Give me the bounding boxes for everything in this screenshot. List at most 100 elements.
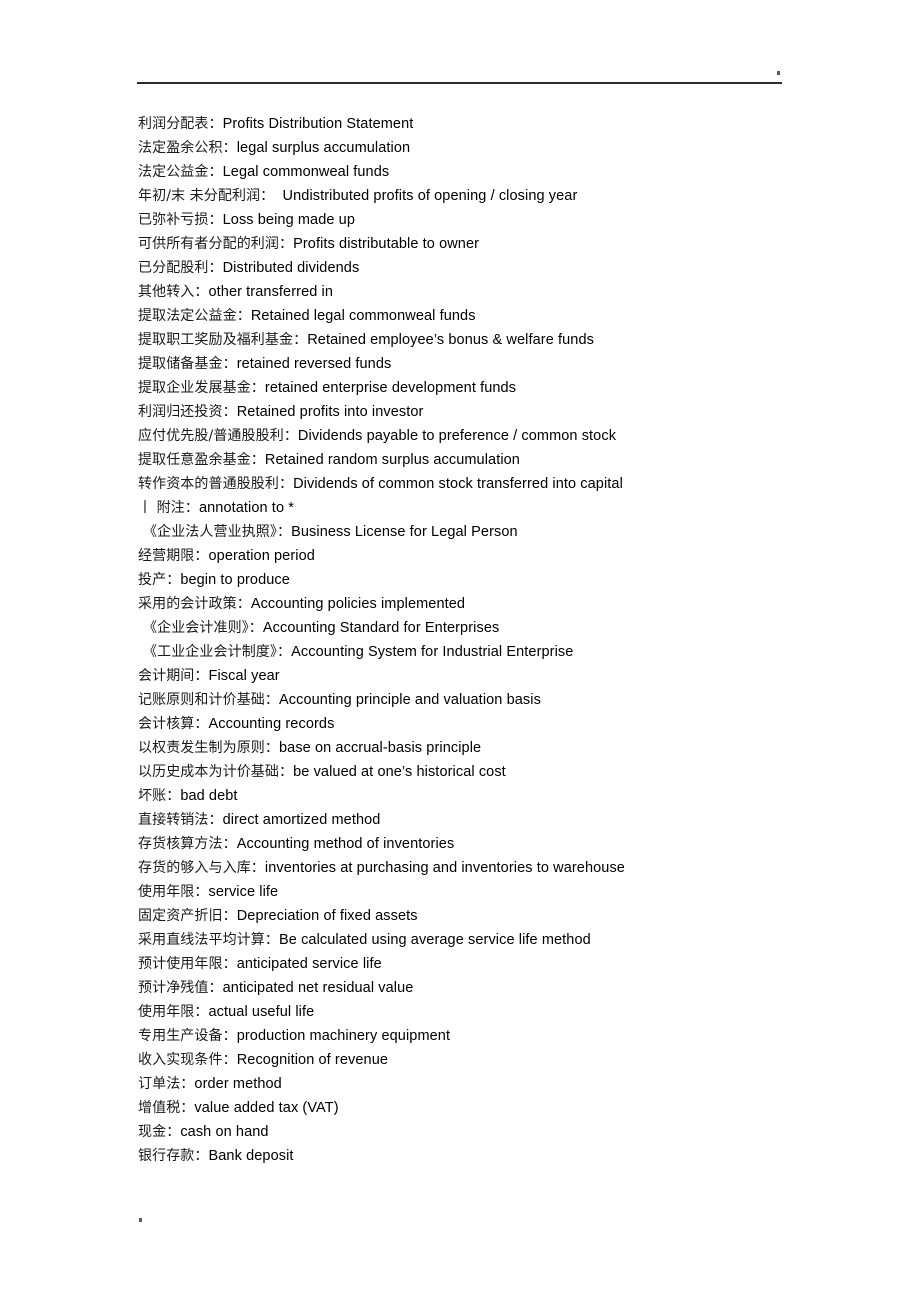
entry-term-zh: 利润分配表： — [138, 116, 223, 132]
entry-term-zh: 采用的会计政策： — [138, 596, 251, 612]
entry-term-en: Accounting method of inventories — [236, 836, 455, 852]
glossary-entry: 固定资产折旧：Depreciation of fixed assets — [138, 904, 878, 928]
entry-term-zh: 提取法定公益金： — [138, 308, 251, 324]
entry-term-en: anticipated service life — [236, 956, 382, 972]
glossary-entry: 坏账：bad debt — [138, 784, 878, 808]
glossary-entry: 提取任意盈余基金：Retained random surplus accumul… — [138, 448, 878, 472]
glossary-entry: 记账原则和计价基础：Accounting principle and valua… — [138, 688, 878, 712]
entry-term-zh: 使用年限： — [138, 884, 209, 900]
glossary-entry: 提取企业发展基金：retained enterprise development… — [138, 376, 878, 400]
entry-term-zh: 提取企业发展基金： — [138, 380, 265, 396]
entry-term-en: Accounting principle and valuation basis — [279, 692, 541, 708]
entry-term-en: bad debt — [180, 788, 238, 804]
entry-term-en: Retained random surplus accumulation — [264, 452, 520, 468]
entry-term-zh: 坏账： — [138, 788, 181, 804]
glossary-entry: 收入实现条件：Recognition of revenue — [138, 1048, 878, 1072]
glossary-entry: 提取法定公益金：Retained legal commonweal funds — [138, 304, 878, 328]
glossary-entry: 已弥补亏损：Loss being made up — [138, 208, 878, 232]
entry-term-zh: 利润归还投资： — [138, 404, 237, 420]
entry-term-zh: 现金： — [138, 1124, 181, 1140]
glossary-entry: 《企业法人营业执照》：Business License for Legal Pe… — [138, 520, 878, 544]
entry-term-en: Dividends of common stock transferred in… — [293, 476, 623, 492]
entry-term-en: cash on hand — [180, 1124, 269, 1140]
entry-term-zh: 应付优先股/普通股股利： — [138, 428, 298, 444]
entry-term-en: Legal commonweal funds — [222, 164, 390, 180]
entry-term-zh: 提取储备基金： — [138, 356, 237, 372]
entry-term-zh: 收入实现条件： — [138, 1052, 237, 1068]
entry-term-zh: 法定盈余公积： — [138, 140, 237, 156]
glossary-entry: 其他转入：other transferred in — [138, 280, 878, 304]
glossary-entry: 专用生产设备：production machinery equipment — [138, 1024, 878, 1048]
entry-term-en: Profits distributable to owner — [293, 236, 480, 252]
page-header — [137, 62, 782, 88]
entry-term-en: value added tax (VAT) — [194, 1100, 339, 1116]
glossary-entry: 订单法：order method — [138, 1072, 878, 1096]
entry-term-zh: 丨 附注： — [138, 500, 199, 516]
glossary-entry: 丨 附注：annotation to * — [138, 496, 878, 520]
entry-term-zh: 以权责发生制为原则： — [138, 740, 279, 756]
entry-term-zh: 采用直线法平均计算： — [138, 932, 279, 948]
entry-term-en: direct amortized method — [222, 812, 381, 828]
glossary-entry: 使用年限：service life — [138, 880, 878, 904]
glossary-entry: 《企业会计准则》：Accounting Standard for Enterpr… — [138, 616, 878, 640]
glossary-entry: 已分配股利：Distributed dividends — [138, 256, 878, 280]
glossary-entry: 提取职工奖励及福利基金：Retained employee’s bonus & … — [138, 328, 878, 352]
entry-term-zh: 《企业法人营业执照》： — [143, 524, 292, 540]
glossary-entry: 转作资本的普通股股利：Dividends of common stock tra… — [138, 472, 878, 496]
entry-term-zh: 已弥补亏损： — [138, 212, 223, 228]
entry-term-en: retained enterprise development funds — [264, 380, 517, 396]
entry-term-zh: 存货的够入与入库： — [138, 860, 265, 876]
entry-term-en: Accounting Standard for Enterprises — [262, 620, 500, 636]
entry-term-zh: 《企业会计准则》： — [143, 620, 263, 636]
glossary-entry: 会计核算：Accounting records — [138, 712, 878, 736]
entry-term-zh: 固定资产折旧： — [138, 908, 237, 924]
footer-mark-icon — [139, 1218, 142, 1222]
entry-term-zh: 其他转入： — [138, 284, 209, 300]
entry-term-zh: 存货核算方法： — [138, 836, 237, 852]
glossary-entry: 《工业企业会计制度》：Accounting System for Industr… — [138, 640, 878, 664]
glossary-entry: 直接转销法：direct amortized method — [138, 808, 878, 832]
entry-term-en: Business License for Legal Person — [291, 524, 518, 540]
glossary-entry: 存货核算方法：Accounting method of inventories — [138, 832, 878, 856]
entry-term-en: operation period — [208, 548, 315, 564]
glossary-entry: 以权责发生制为原则：base on accrual-basis principl… — [138, 736, 878, 760]
entry-term-en: Distributed dividends — [222, 260, 360, 276]
entry-term-en: Bank deposit — [208, 1148, 294, 1164]
entry-term-zh: 订单法： — [138, 1076, 195, 1092]
entry-term-zh: 投产： — [138, 572, 181, 588]
glossary-entry: 存货的够入与入库：inventories at purchasing and i… — [138, 856, 878, 880]
glossary-entry: 会计期间：Fiscal year — [138, 664, 878, 688]
glossary-entry: 法定公益金：Legal commonweal funds — [138, 160, 878, 184]
entry-term-en: Undistributed profits of opening / closi… — [274, 188, 578, 204]
entry-term-en: Depreciation of fixed assets — [236, 908, 418, 924]
entry-term-zh: 可供所有者分配的利润： — [138, 236, 294, 252]
glossary-entry: 使用年限：actual useful life — [138, 1000, 878, 1024]
entry-term-en: legal surplus accumulation — [236, 140, 411, 156]
glossary-entry: 法定盈余公积：legal surplus accumulation — [138, 136, 878, 160]
entry-term-zh: 已分配股利： — [138, 260, 223, 276]
entry-term-en: annotation to * — [198, 500, 294, 516]
entry-term-en: order method — [194, 1076, 282, 1092]
glossary-entry: 银行存款：Bank deposit — [138, 1144, 878, 1168]
glossary-entry: 利润分配表：Profits Distribution Statement — [138, 112, 878, 136]
header-mark-icon — [777, 71, 780, 75]
entry-term-en: Be calculated using average service life… — [279, 932, 591, 948]
entry-term-en: Retained employee’s bonus & welfare fund… — [307, 332, 594, 348]
entry-term-zh: 经营期限： — [138, 548, 209, 564]
entry-term-en: Recognition of revenue — [236, 1052, 389, 1068]
entry-term-en: production machinery equipment — [236, 1028, 451, 1044]
entry-term-en: anticipated net residual value — [222, 980, 414, 996]
entry-term-en: other transferred in — [208, 284, 334, 300]
entry-term-zh: 使用年限： — [138, 1004, 209, 1020]
glossary-entry: 预计使用年限：anticipated service life — [138, 952, 878, 976]
entry-term-en: Loss being made up — [222, 212, 356, 228]
glossary-entry: 利润归还投资：Retained profits into investor — [138, 400, 878, 424]
glossary-entry: 提取储备基金：retained reversed funds — [138, 352, 878, 376]
entry-term-en: Dividends payable to preference / common… — [297, 428, 617, 444]
entry-term-en: Retained profits into investor — [236, 404, 424, 420]
entry-term-zh: 专用生产设备： — [138, 1028, 237, 1044]
entry-term-zh: 以历史成本为计价基础： — [138, 764, 294, 780]
glossary-entry: 应付优先股/普通股股利：Dividends payable to prefere… — [138, 424, 878, 448]
entry-term-en: Retained legal commonweal funds — [250, 308, 476, 324]
entry-term-zh: 会计期间： — [138, 668, 209, 684]
